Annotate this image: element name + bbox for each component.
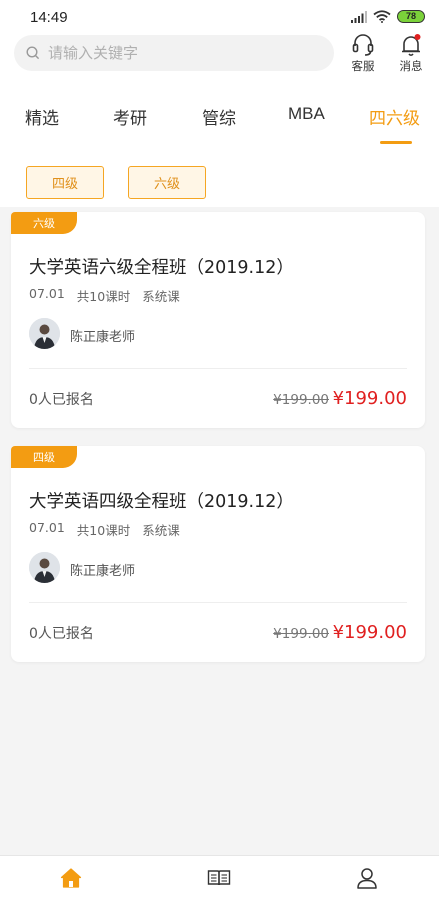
course-card[interactable]: 四级 大学英语四级全程班（2019.12） 07.01 共10课时 系统课 陈正…	[11, 446, 425, 662]
status-bar: 14:49 78	[0, 0, 439, 34]
status-icons: 78	[351, 10, 425, 23]
wifi-icon	[373, 10, 391, 23]
top-panel: 14:49 78 请输入关键字 客服 消息 精选 考研 管综 MBA 四六级 四…	[0, 0, 439, 207]
bottom-navigation	[0, 855, 439, 899]
teacher-name: 陈正康老师	[70, 330, 136, 345]
message-label: 消息	[399, 59, 423, 73]
headset-icon	[352, 34, 374, 56]
course-date: 07.01	[29, 286, 65, 301]
teacher-name: 陈正康老师	[70, 564, 136, 579]
course-lessons: 共10课时	[76, 523, 131, 538]
active-tab-indicator	[380, 141, 412, 144]
course-title: 大学英语六级全程班（2019.12）	[29, 258, 294, 278]
message-button[interactable]: 消息	[391, 32, 431, 74]
tab-postgraduate[interactable]: 考研	[113, 104, 147, 129]
tab-management[interactable]: 管综	[202, 104, 236, 129]
current-price: ¥199.00	[332, 388, 407, 409]
customer-service-label: 客服	[351, 59, 375, 73]
card-divider	[29, 368, 407, 369]
course-type: 系统课	[142, 523, 180, 538]
teacher-avatar	[29, 318, 60, 349]
course-level-badge: 六级	[11, 212, 77, 234]
course-lessons: 共10课时	[76, 289, 131, 304]
original-price: ¥199.00	[273, 626, 329, 642]
nav-home[interactable]	[59, 866, 83, 890]
card-divider	[29, 602, 407, 603]
search-input[interactable]	[48, 44, 308, 62]
battery-icon: 78	[397, 10, 425, 23]
enrolled-count: 0人已报名	[29, 626, 94, 642]
course-date: 07.01	[29, 520, 65, 535]
teacher-avatar	[29, 552, 60, 583]
status-time: 14:49	[30, 9, 68, 26]
course-title: 大学英语四级全程班（2019.12）	[29, 492, 294, 512]
search-icon	[26, 46, 40, 60]
signal-icon	[351, 10, 367, 23]
course-type: 系统课	[142, 289, 180, 304]
tab-featured[interactable]: 精选	[25, 104, 59, 129]
course-meta: 07.01 共10课时 系统课	[29, 520, 180, 539]
home-icon	[60, 868, 82, 888]
course-meta: 07.01 共10课时 系统课	[29, 286, 180, 305]
bell-icon	[402, 34, 421, 57]
search-bar[interactable]	[14, 35, 334, 71]
filter-cet4[interactable]: 四级	[26, 166, 104, 199]
filter-cet6[interactable]: 六级	[128, 166, 206, 199]
course-level-badge: 四级	[11, 446, 77, 468]
current-price: ¥199.00	[332, 622, 407, 643]
original-price: ¥199.00	[273, 392, 329, 408]
nav-courses[interactable]	[207, 866, 231, 890]
course-card[interactable]: 六级 大学英语六级全程班（2019.12） 07.01 共10课时 系统课 陈正…	[11, 212, 425, 428]
tab-cet[interactable]: 四六级	[369, 104, 420, 129]
tab-mba[interactable]: MBA	[288, 104, 325, 124]
enrolled-count: 0人已报名	[29, 392, 94, 408]
category-tabs: 精选 考研 管综 MBA 四六级	[0, 96, 439, 146]
book-icon	[207, 870, 231, 886]
customer-service-button[interactable]: 客服	[343, 32, 383, 74]
nav-profile[interactable]	[355, 866, 379, 890]
user-icon	[357, 868, 377, 889]
